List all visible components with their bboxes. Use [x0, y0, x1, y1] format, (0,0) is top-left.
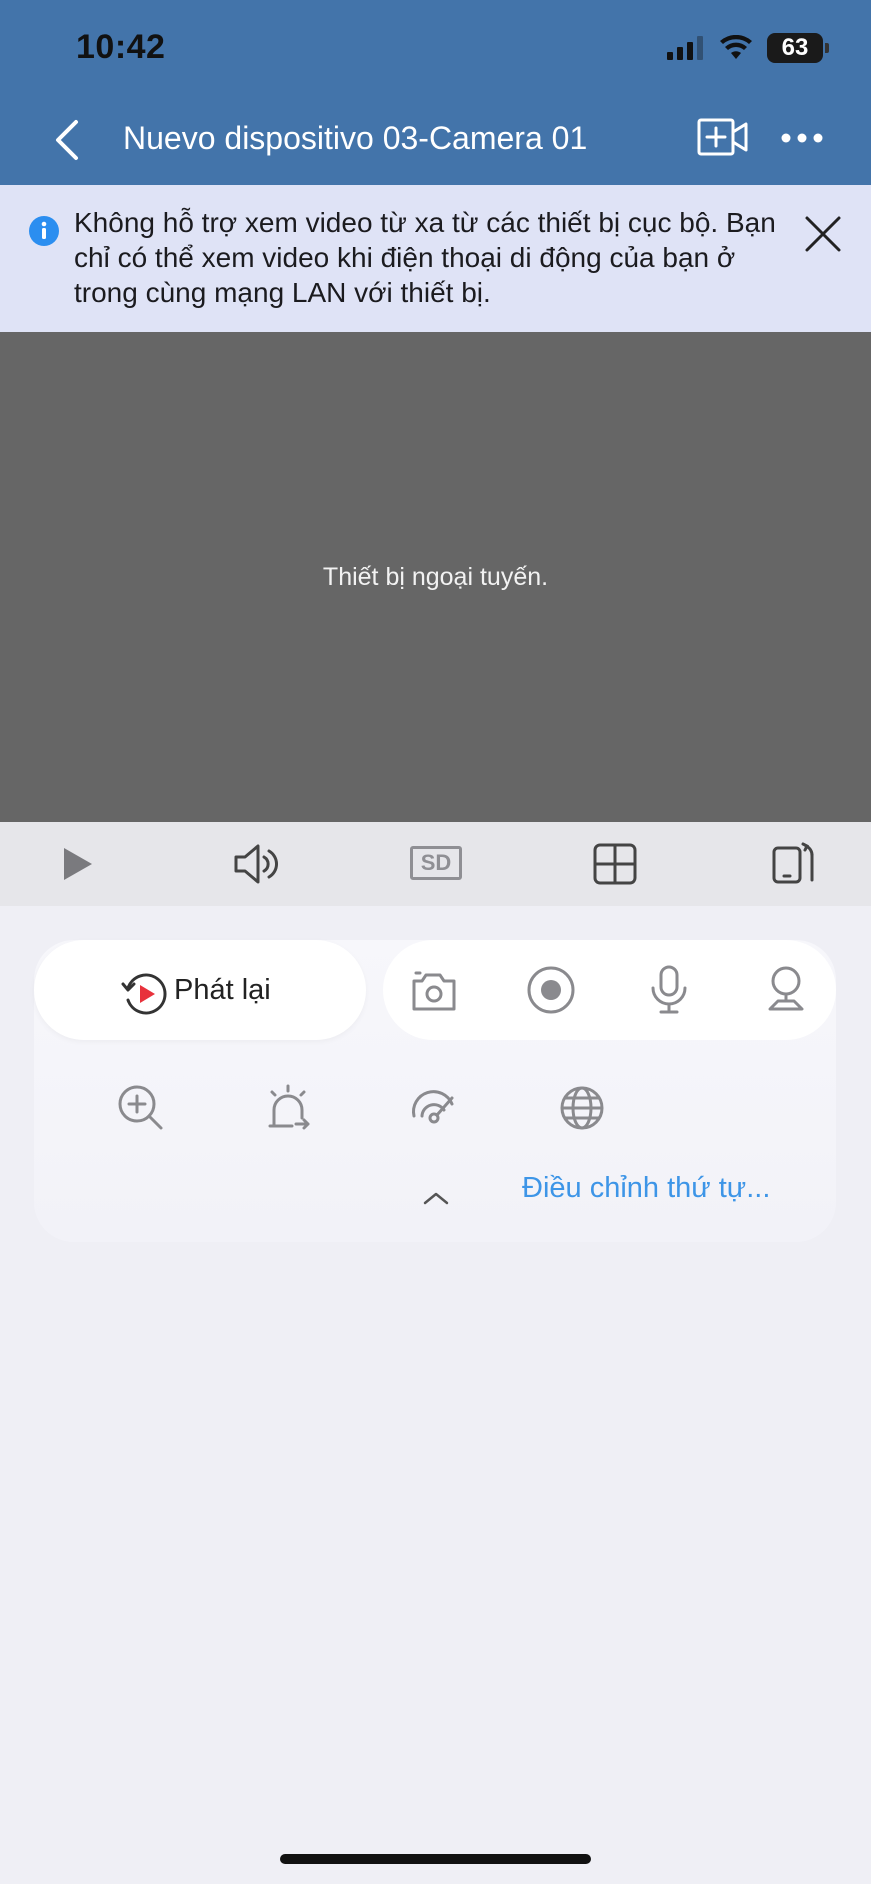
rotate-screen-icon[interactable] [768, 840, 818, 888]
back-chevron-icon[interactable] [48, 116, 84, 164]
record-icon[interactable] [525, 964, 577, 1016]
ptz-camera-icon[interactable] [760, 963, 812, 1015]
sd-quality-icon[interactable]: SD [410, 846, 462, 880]
add-camera-icon[interactable] [697, 116, 749, 158]
battery-level: 63 [781, 34, 809, 61]
playback-icon [121, 973, 167, 1015]
alarm-icon[interactable] [262, 1082, 314, 1134]
speaker-icon[interactable] [232, 840, 282, 888]
play-icon[interactable] [52, 840, 102, 888]
more-icon[interactable] [780, 130, 824, 146]
adjust-order-link[interactable]: Điều chỉnh thứ tự... [522, 1172, 770, 1205]
battery-icon: 63 [767, 33, 829, 63]
signal-icon [667, 36, 703, 60]
close-icon[interactable] [803, 214, 843, 254]
device-offline-message: Thiết bị ngoại tuyến. [322, 563, 549, 591]
microphone-icon[interactable] [643, 964, 695, 1016]
home-indicator [280, 1854, 591, 1864]
status-time: 10:42 [76, 28, 166, 66]
wifi-icon [720, 35, 752, 59]
info-icon [29, 216, 59, 246]
page-title: Nuevo dispositivo 03-Camera 01 [123, 120, 588, 156]
speed-gauge-icon[interactable] [408, 1082, 460, 1134]
banner-message: Không hỗ trợ xem video từ xa từ các thiế… [74, 207, 776, 308]
status-icons: 63 [667, 30, 829, 66]
collapse-chevron-icon[interactable] [422, 1190, 450, 1206]
playback-label: Phát lại [174, 974, 271, 1006]
globe-icon[interactable] [556, 1082, 608, 1134]
sd-quality-label: SD [420, 850, 452, 875]
zoom-in-icon[interactable] [115, 1082, 167, 1134]
grid-layout-icon[interactable] [590, 840, 640, 888]
camera-snapshot-icon[interactable] [408, 965, 460, 1017]
